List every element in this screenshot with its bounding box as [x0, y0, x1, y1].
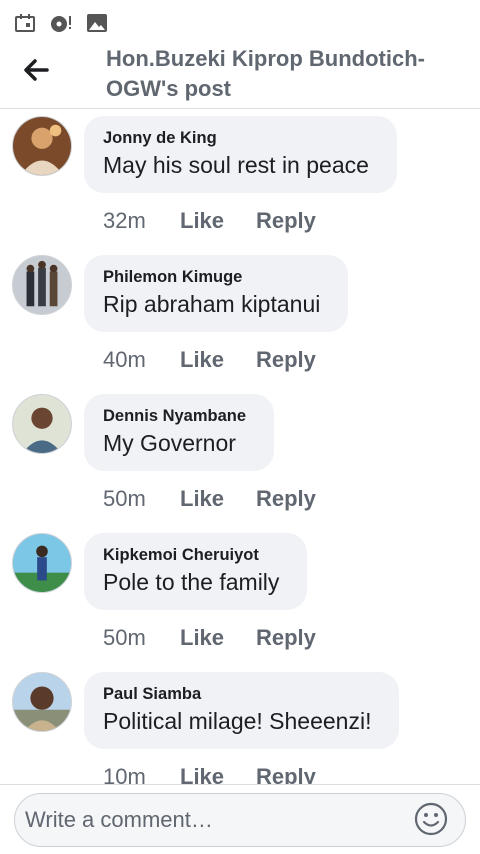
calendar-icon	[14, 13, 36, 33]
image-icon	[86, 13, 108, 33]
smiley-icon[interactable]	[414, 802, 448, 836]
avatar[interactable]	[12, 255, 72, 315]
comment-text: My Governor	[103, 430, 236, 456]
comment-actions: 50m Like Reply	[103, 623, 316, 653]
comment-author[interactable]: Paul Siamba	[103, 683, 371, 705]
comment-author[interactable]: Jonny de King	[103, 127, 369, 149]
comment-actions: 32m Like Reply	[103, 206, 316, 236]
comment-actions: 40m Like Reply	[103, 345, 316, 375]
comment-bubble[interactable]: Kipkemoi Cheruiyot Pole to the family	[84, 533, 308, 610]
comment-bubble[interactable]: Philemon Kimuge Rip abraham kiptanui	[84, 255, 349, 332]
music-disc-icon	[50, 13, 72, 33]
comment-text: May his soul rest in peace	[103, 152, 369, 178]
comment-text: Rip abraham kiptanui	[103, 291, 321, 317]
comment-time[interactable]: 40m	[103, 347, 180, 373]
back-button[interactable]	[18, 54, 54, 90]
comment-text: Political milage! Sheeenzi!	[103, 708, 372, 734]
comment-actions: 50m Like Reply	[103, 484, 316, 514]
comment-bubble[interactable]: Dennis Nyambane My Governor	[84, 394, 275, 471]
comment-item: Philemon Kimuge Rip abraham kiptanui 40m…	[0, 249, 480, 388]
arrow-left-icon	[22, 58, 50, 87]
reply-button[interactable]: Reply	[256, 764, 316, 784]
avatar[interactable]	[12, 116, 72, 176]
comment-time[interactable]: 10m	[103, 764, 180, 784]
comment-item: Paul Siamba Political milage! Sheeenzi! …	[0, 666, 480, 784]
comment-time[interactable]: 32m	[103, 208, 180, 234]
comment-composer	[0, 784, 480, 854]
reply-button[interactable]: Reply	[256, 208, 316, 234]
avatar[interactable]	[12, 533, 72, 593]
page-title: Hon.Buzeki Kiprop Bundotich-OGW's post	[106, 46, 425, 101]
comment-actions: 10m Like Reply	[103, 762, 316, 784]
post-header: Hon.Buzeki Kiprop Bundotich-OGW's post	[0, 46, 480, 109]
comment-time[interactable]: 50m	[103, 486, 180, 512]
comment-bubble[interactable]: Paul Siamba Political milage! Sheeenzi!	[84, 672, 400, 749]
comment-list[interactable]: Jonny de King May his soul rest in peace…	[0, 110, 480, 784]
status-bar	[0, 0, 480, 46]
comment-item: Dennis Nyambane My Governor 50m Like Rep…	[0, 388, 480, 527]
like-button[interactable]: Like	[180, 208, 256, 234]
reply-button[interactable]: Reply	[256, 347, 316, 373]
comment-item: Kipkemoi Cheruiyot Pole to the family 50…	[0, 527, 480, 666]
avatar[interactable]	[12, 394, 72, 454]
comment-item: Jonny de King May his soul rest in peace…	[0, 110, 480, 249]
comment-author[interactable]: Philemon Kimuge	[103, 266, 320, 288]
avatar[interactable]	[12, 672, 72, 732]
comment-author[interactable]: Dennis Nyambane	[103, 405, 246, 427]
reply-button[interactable]: Reply	[256, 625, 316, 651]
comment-author[interactable]: Kipkemoi Cheruiyot	[103, 544, 279, 566]
like-button[interactable]: Like	[180, 486, 256, 512]
like-button[interactable]: Like	[180, 764, 256, 784]
comment-input[interactable]	[14, 793, 466, 847]
comment-bubble[interactable]: Jonny de King May his soul rest in peace	[84, 116, 397, 193]
like-button[interactable]: Like	[180, 625, 256, 651]
like-button[interactable]: Like	[180, 347, 256, 373]
comment-text: Pole to the family	[103, 569, 280, 595]
comment-time[interactable]: 50m	[103, 625, 180, 651]
reply-button[interactable]: Reply	[256, 486, 316, 512]
